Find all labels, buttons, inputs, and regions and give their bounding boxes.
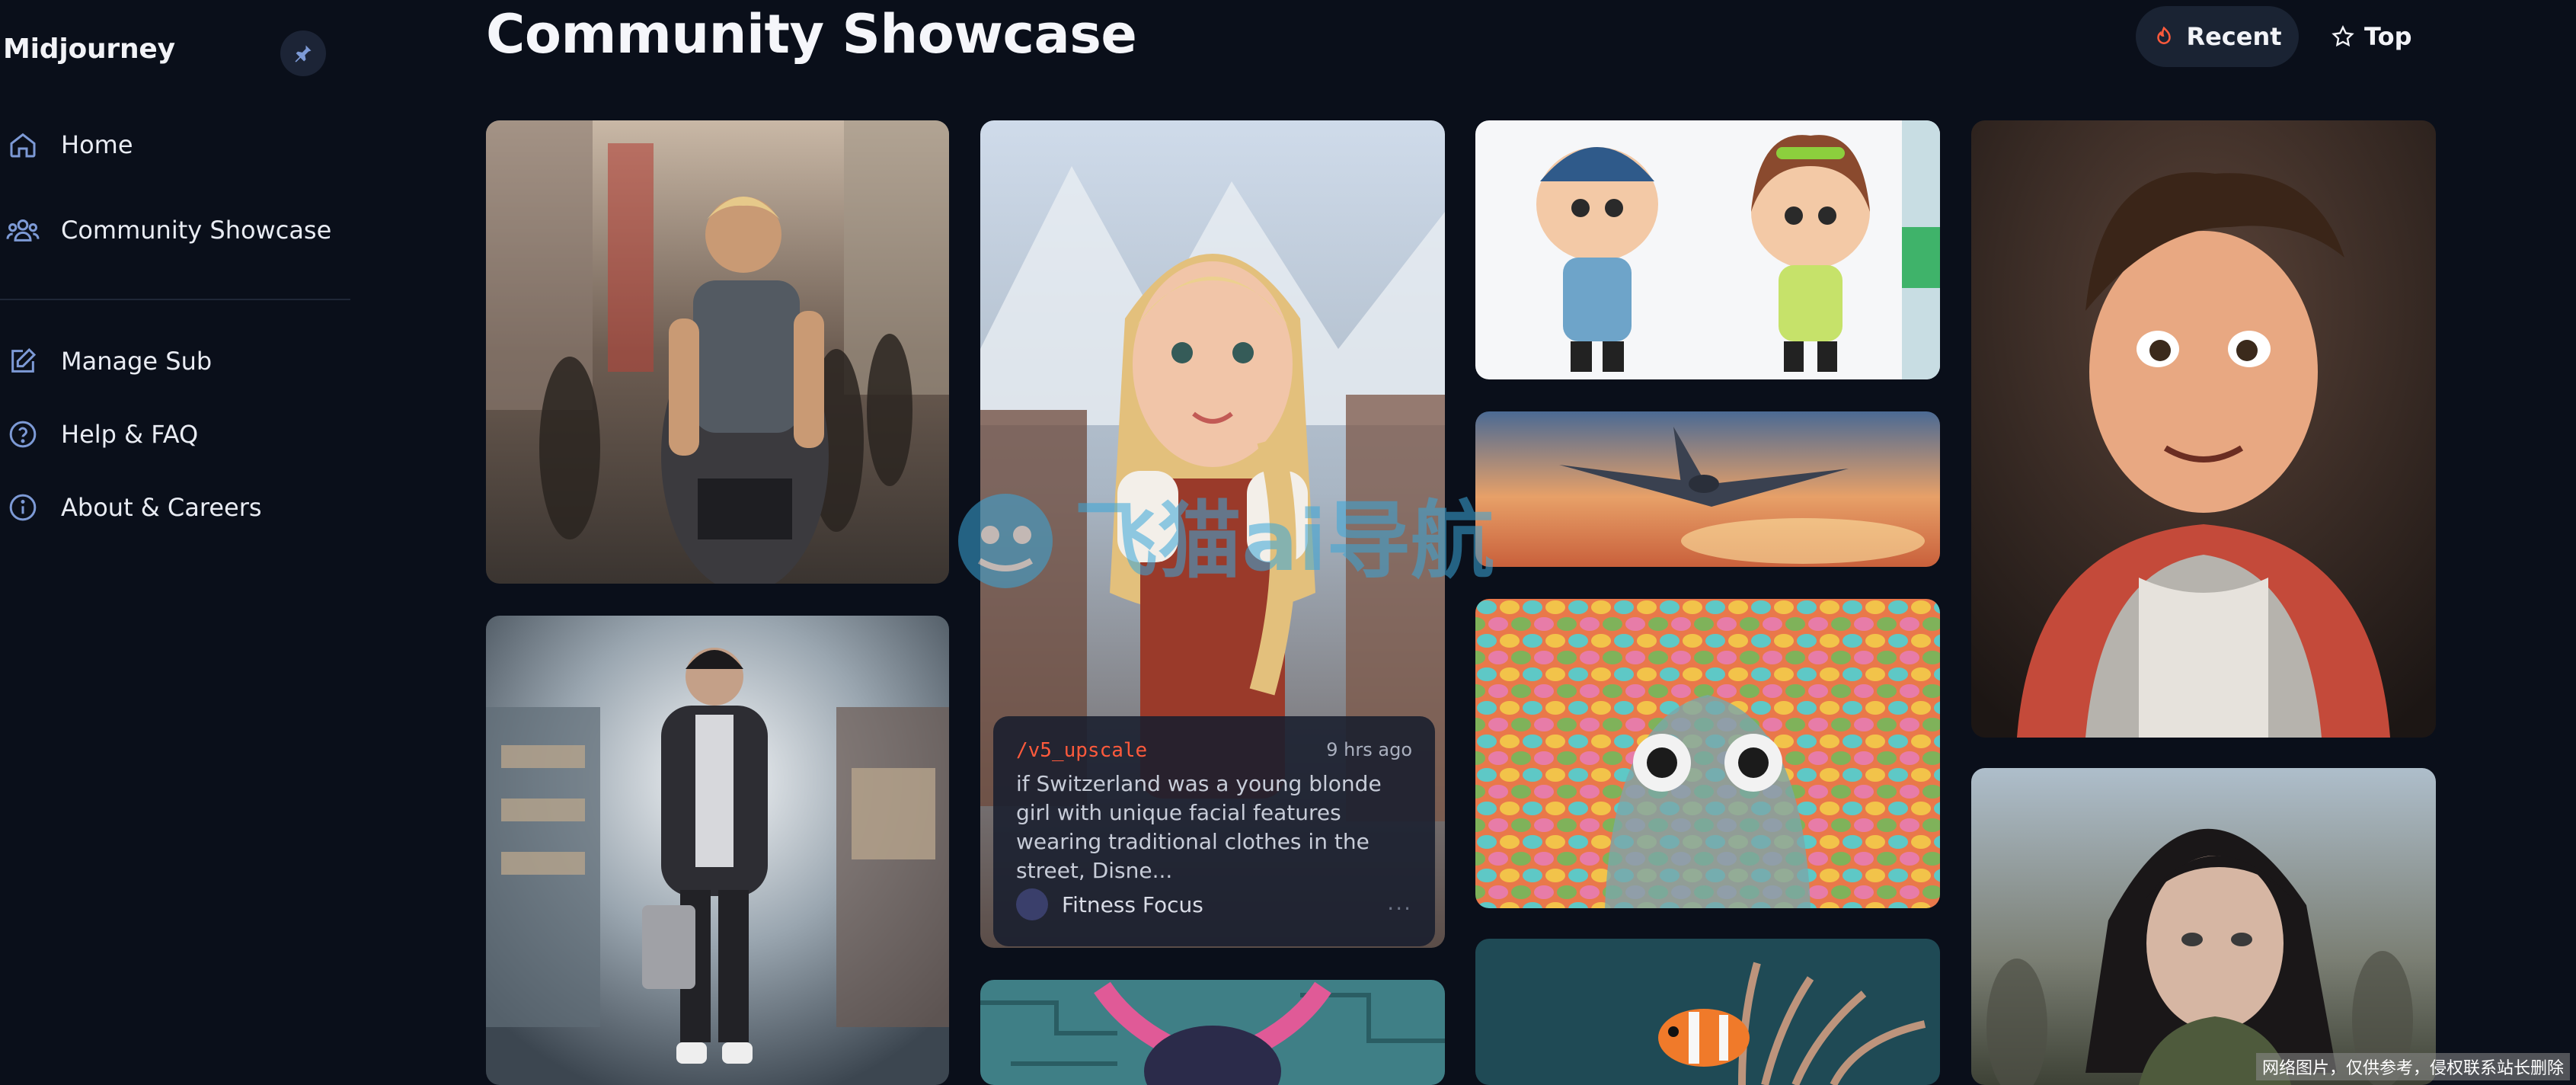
sidebar-item-about-careers[interactable]: About & Careers	[0, 485, 262, 530]
gallery-image	[1971, 768, 2436, 1085]
sidebar-item-label: Manage Sub	[61, 347, 213, 376]
sort-top-button[interactable]: Top	[2331, 6, 2411, 67]
sidebar: Midjourney Home Community Showcase Manag…	[0, 0, 350, 1085]
users-icon	[0, 215, 46, 245]
prompt-author[interactable]: Fitness Focus	[1016, 888, 1203, 920]
avatar	[1016, 888, 1048, 920]
edit-icon	[0, 346, 46, 376]
sidebar-item-home[interactable]: Home	[0, 122, 133, 168]
gallery-image	[1475, 599, 1940, 908]
sidebar-divider	[0, 299, 350, 300]
gallery-image	[980, 980, 1445, 1085]
sidebar-item-label: About & Careers	[61, 493, 262, 522]
sidebar-item-label: Community Showcase	[61, 216, 332, 245]
more-options-button[interactable]: ···	[1387, 896, 1412, 921]
gallery-image	[1475, 939, 1940, 1085]
gallery-image	[486, 616, 949, 1085]
watermark-note: 网络图片，仅供参考，侵权联系站长删除	[2255, 1053, 2570, 1080]
prompt-command: /v5_upscale	[1016, 739, 1148, 762]
watermark-logo: 飞猫ai导航	[958, 492, 1494, 590]
gallery-tile-cartoon-police[interactable]	[1475, 120, 1940, 379]
page-title: Community Showcase	[486, 3, 1137, 66]
sidebar-item-community-showcase[interactable]: Community Showcase	[0, 207, 331, 253]
help-icon	[0, 419, 46, 450]
gallery-tile-octopus[interactable]	[1475, 599, 1940, 908]
watermark-logo-text: 飞猫ai导航	[1074, 492, 1494, 590]
app-name: Midjourney	[3, 34, 175, 65]
gallery-tile-marathon[interactable]	[486, 120, 949, 584]
gallery-tile-woman-portrait[interactable]	[1971, 768, 2436, 1085]
gallery-tile-clownfish[interactable]	[1475, 939, 1940, 1085]
star-icon	[2332, 24, 2354, 47]
sort-recent-button[interactable]: Recent	[2136, 6, 2299, 67]
prompt-card[interactable]: /v5_upscale 9 hrs ago if Switzerland was…	[993, 716, 1435, 946]
flame-icon	[2157, 26, 2172, 44]
gallery-tile-creature[interactable]	[980, 980, 1445, 1085]
sort-top-label: Top	[2364, 22, 2412, 51]
pin-button[interactable]	[280, 30, 326, 76]
sidebar-item-help-faq[interactable]: Help & FAQ	[0, 411, 198, 457]
info-icon	[0, 492, 46, 523]
sort-recent-label: Recent	[2186, 22, 2282, 51]
gallery-tile-cartoon-boy[interactable]	[1971, 120, 2436, 738]
gallery-image	[1475, 120, 1940, 379]
gallery-image	[1971, 120, 2436, 738]
home-icon	[0, 130, 46, 160]
prompt-text: if Switzerland was a young blonde girl w…	[1016, 771, 1382, 883]
sidebar-item-label: Help & FAQ	[61, 420, 199, 449]
sidebar-item-label: Home	[61, 130, 133, 159]
gallery-tile-mall[interactable]	[486, 616, 949, 1085]
sidebar-item-manage-sub[interactable]: Manage Sub	[0, 338, 212, 384]
prompt-author-name: Fitness Focus	[1062, 891, 1203, 917]
prompt-time: 9 hrs ago	[1326, 739, 1412, 760]
gallery-image	[486, 120, 949, 584]
pin-icon	[295, 45, 312, 62]
